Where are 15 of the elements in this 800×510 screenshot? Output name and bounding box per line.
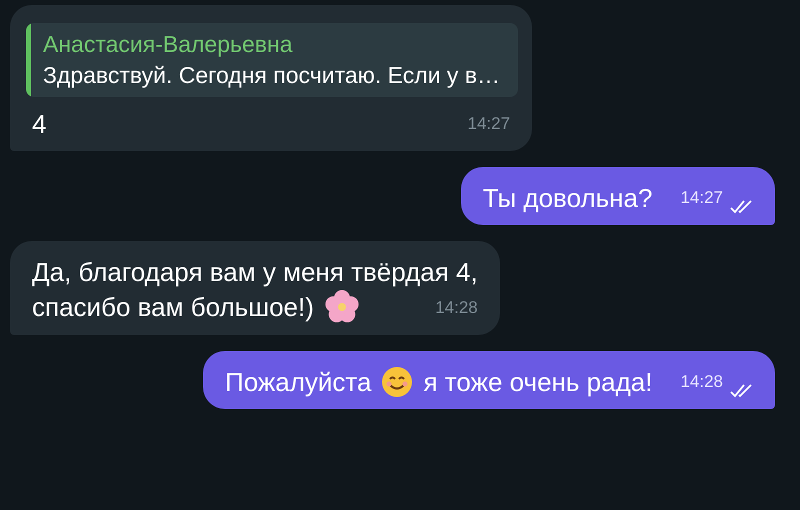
message-time: 14:27 <box>468 113 510 135</box>
smiling-face-icon <box>381 366 414 398</box>
flower-icon <box>324 289 360 325</box>
message-time: 14:27 <box>680 187 723 209</box>
message-time: 14:28 <box>680 371 723 393</box>
reply-quote[interactable]: Анастасия-Валерьевна Здравствуй. Сегодня посчитаю. Если у в… <box>26 23 518 97</box>
message-text: спасибо вам большое!) <box>32 291 314 324</box>
message-text: Ты довольна? <box>482 182 652 215</box>
message-text: 4 <box>32 108 46 141</box>
message-time: 14:28 <box>435 297 478 319</box>
message-text: Пожалуйста <box>225 366 372 399</box>
reply-text: Здравствуй. Сегодня посчитаю. Если у в… <box>43 62 500 89</box>
message-text: Да, благодаря вам у меня твёрдая 4, <box>32 256 478 289</box>
message-text: я тоже очень рада! <box>423 366 652 399</box>
reply-author: Анастасия-Валерьевна <box>43 31 294 58</box>
